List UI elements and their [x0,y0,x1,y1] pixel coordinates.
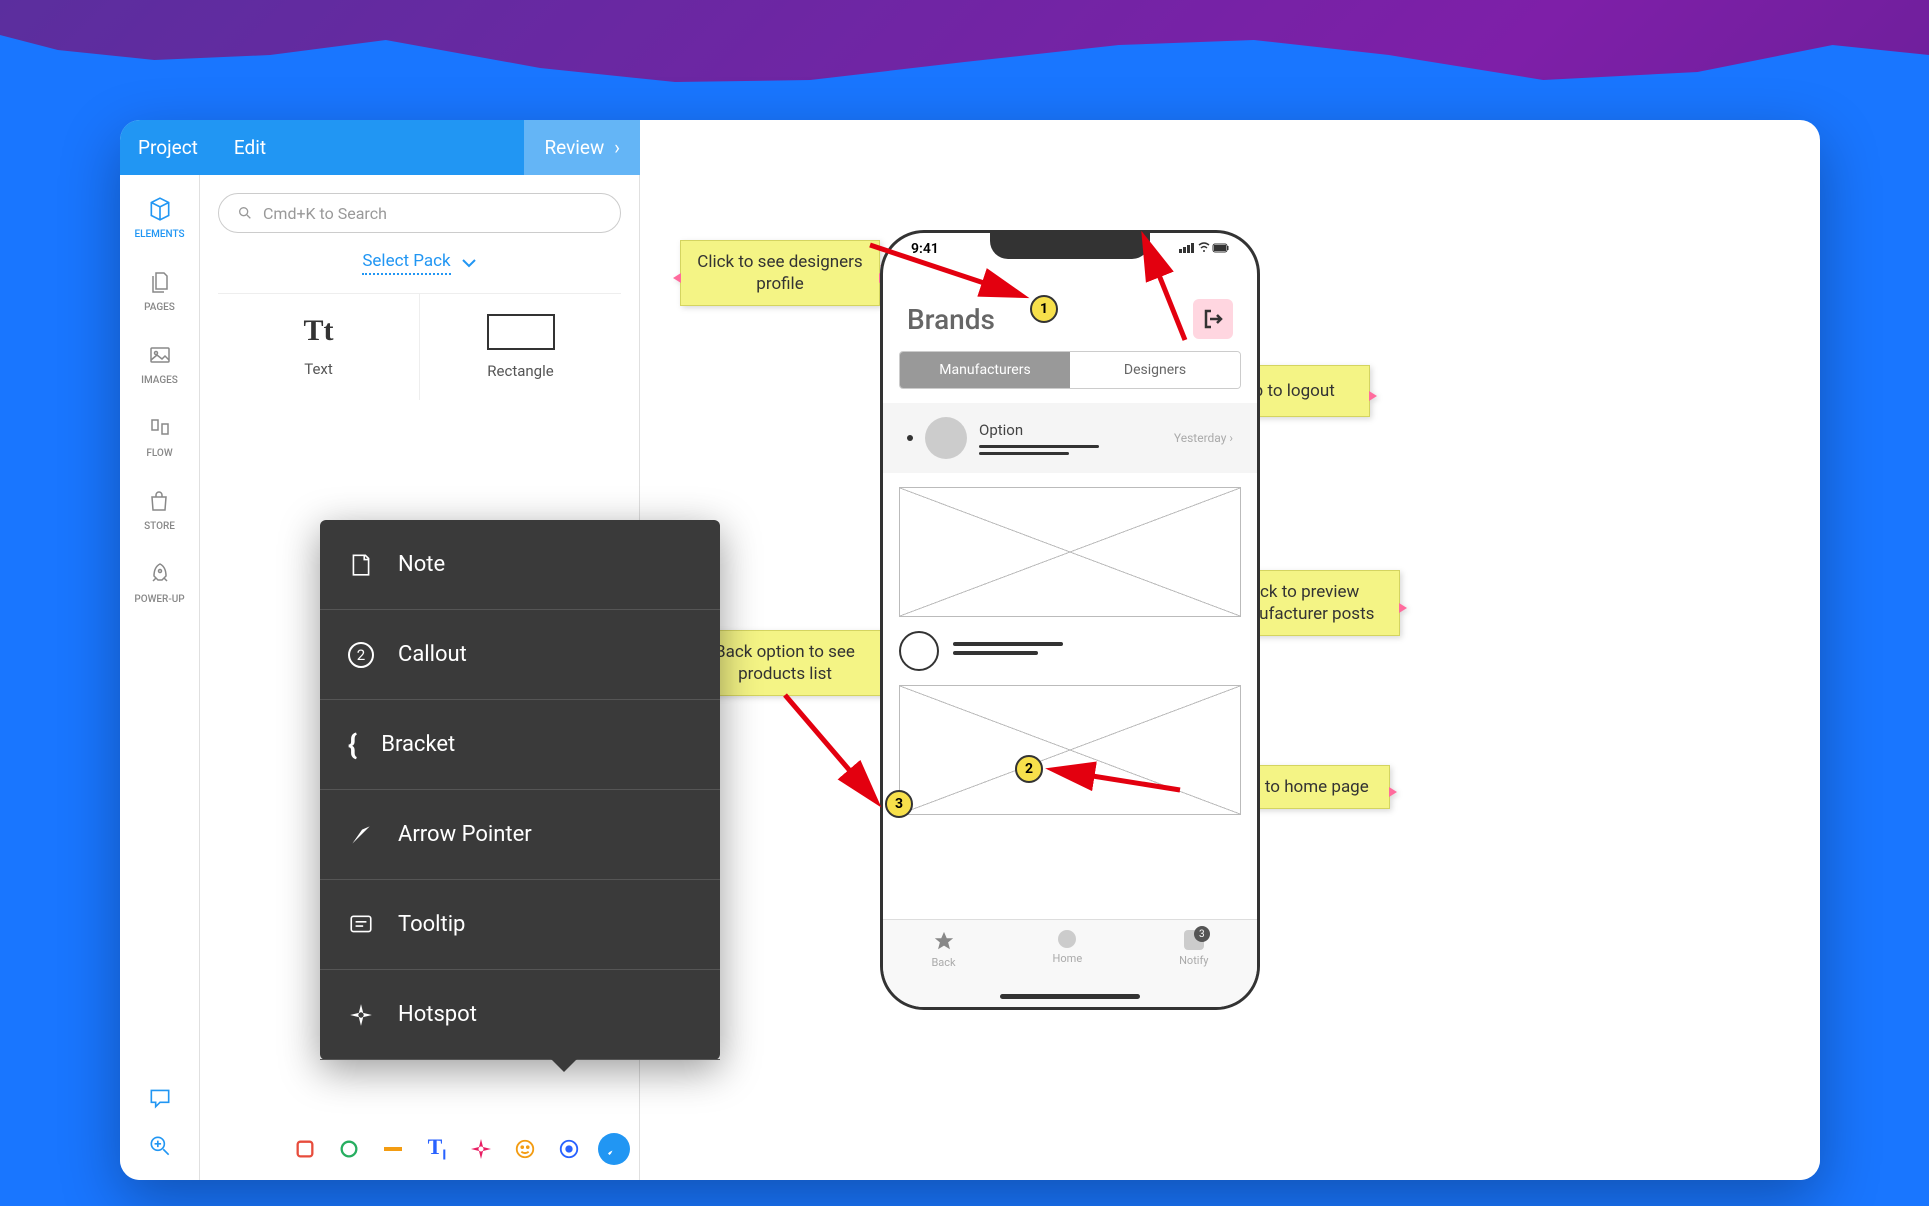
search-input[interactable]: Cmd+K to Search [218,193,621,233]
segment-designers[interactable]: Designers [1070,352,1240,388]
review-label: Review [544,136,604,159]
tooltip-icon [348,912,374,938]
tool-brush[interactable] [598,1133,630,1165]
tab-home[interactable]: Home [1053,930,1083,965]
chat-icon[interactable] [146,1084,174,1112]
chevron-down-icon [461,258,477,268]
element-rectangle[interactable]: Rectangle [420,294,621,400]
app-window: Project Edit Review › ELEMENTS PAGES IMA… [120,120,1820,1180]
images-icon [146,341,174,369]
list-item-date: Yesterday › [1174,431,1233,445]
callout-2[interactable]: 2 [1015,755,1043,783]
rail-elements[interactable]: ELEMENTS [134,195,184,240]
avatar [899,631,939,671]
home-indicator [1000,994,1140,999]
chevron-right-icon: › [614,136,620,159]
popup-note[interactable]: Note [320,520,720,610]
rocket-icon [146,560,174,588]
rectangle-icon [487,314,555,350]
rail-store[interactable]: STORE [144,487,175,532]
menu-edit[interactable]: Edit [216,136,284,159]
arrow-pointer-icon [348,822,374,848]
red-arrow-2 [1135,230,1195,350]
select-pack-dropdown[interactable]: Select Pack [218,251,621,275]
tool-square[interactable] [290,1134,320,1164]
tab-back[interactable]: Back [931,930,955,969]
tool-emoji[interactable] [510,1134,540,1164]
unread-dot-icon [907,435,913,441]
topbar: Project Edit Review › [120,120,640,175]
hotspot-icon [348,1002,374,1028]
segment-manufacturers[interactable]: Manufacturers [900,352,1070,388]
tool-line[interactable] [378,1134,408,1164]
list-item[interactable]: Option Yesterday › [883,403,1257,473]
rail-flow[interactable]: FLOW [146,414,174,459]
search-icon [237,205,253,221]
star-icon [933,930,955,952]
image-placeholder [899,487,1241,617]
cube-icon [146,195,174,223]
notify-badge: 3 [1194,926,1210,942]
sticky-designers-profile[interactable]: Click to see designers profile [680,240,880,306]
phone-tabbar: Back Home 3 Notify [883,919,1257,1007]
text-glyph-icon: Tt [304,314,334,348]
bracket-icon: { [348,728,357,761]
tool-hotspot[interactable] [466,1134,496,1164]
flow-icon [146,414,174,442]
popup-arrow-pointer[interactable]: Arrow Pointer [320,790,720,880]
rail-pages[interactable]: PAGES [144,268,175,313]
callout-number-icon: 2 [348,642,374,668]
logout-button[interactable] [1193,299,1233,339]
bottom-toolbar: TI [290,1133,630,1165]
tab-review[interactable]: Review › [524,120,640,175]
canvas[interactable]: Click to see designers profile Tap to lo… [640,175,1820,1180]
tool-target[interactable] [554,1134,584,1164]
red-arrow-1 [860,235,1040,315]
phone-mockup: 9:41 Brands Manufacturers Designers [880,230,1260,1010]
post-header [899,631,1241,671]
logout-icon [1201,307,1225,331]
rail-images[interactable]: IMAGES [141,341,178,386]
segment-control: Manufacturers Designers [899,351,1241,389]
bag-icon [145,487,173,515]
red-arrow-4 [1040,760,1190,800]
popup-callout[interactable]: 2 Callout [320,610,720,700]
note-icon [348,552,374,578]
tab-notify[interactable]: 3 Notify [1179,930,1208,967]
tool-text[interactable]: TI [422,1134,452,1164]
element-text[interactable]: Tt Text [218,294,420,400]
avatar [925,417,967,459]
callout-1[interactable]: 1 [1030,295,1058,323]
popup-tooltip[interactable]: Tooltip [320,880,720,970]
zoom-icon[interactable] [146,1132,174,1160]
menu-project[interactable]: Project [120,136,216,159]
callout-3[interactable]: 3 [885,790,913,818]
red-arrow-3 [775,685,895,815]
notify-icon: 3 [1184,930,1204,950]
rail-powerup[interactable]: POWER-UP [134,560,184,605]
popup-bracket[interactable]: { Bracket [320,700,720,790]
annotation-popup: Note 2 Callout { Bracket Arrow Pointer T… [320,520,720,1060]
tool-circle[interactable] [334,1134,364,1164]
list-item-title: Option [979,421,1162,439]
popup-hotspot[interactable]: Hotspot [320,970,720,1060]
circle-icon [1058,930,1076,948]
pages-icon [146,268,174,296]
left-rail: ELEMENTS PAGES IMAGES FLOW STORE [120,175,200,1180]
